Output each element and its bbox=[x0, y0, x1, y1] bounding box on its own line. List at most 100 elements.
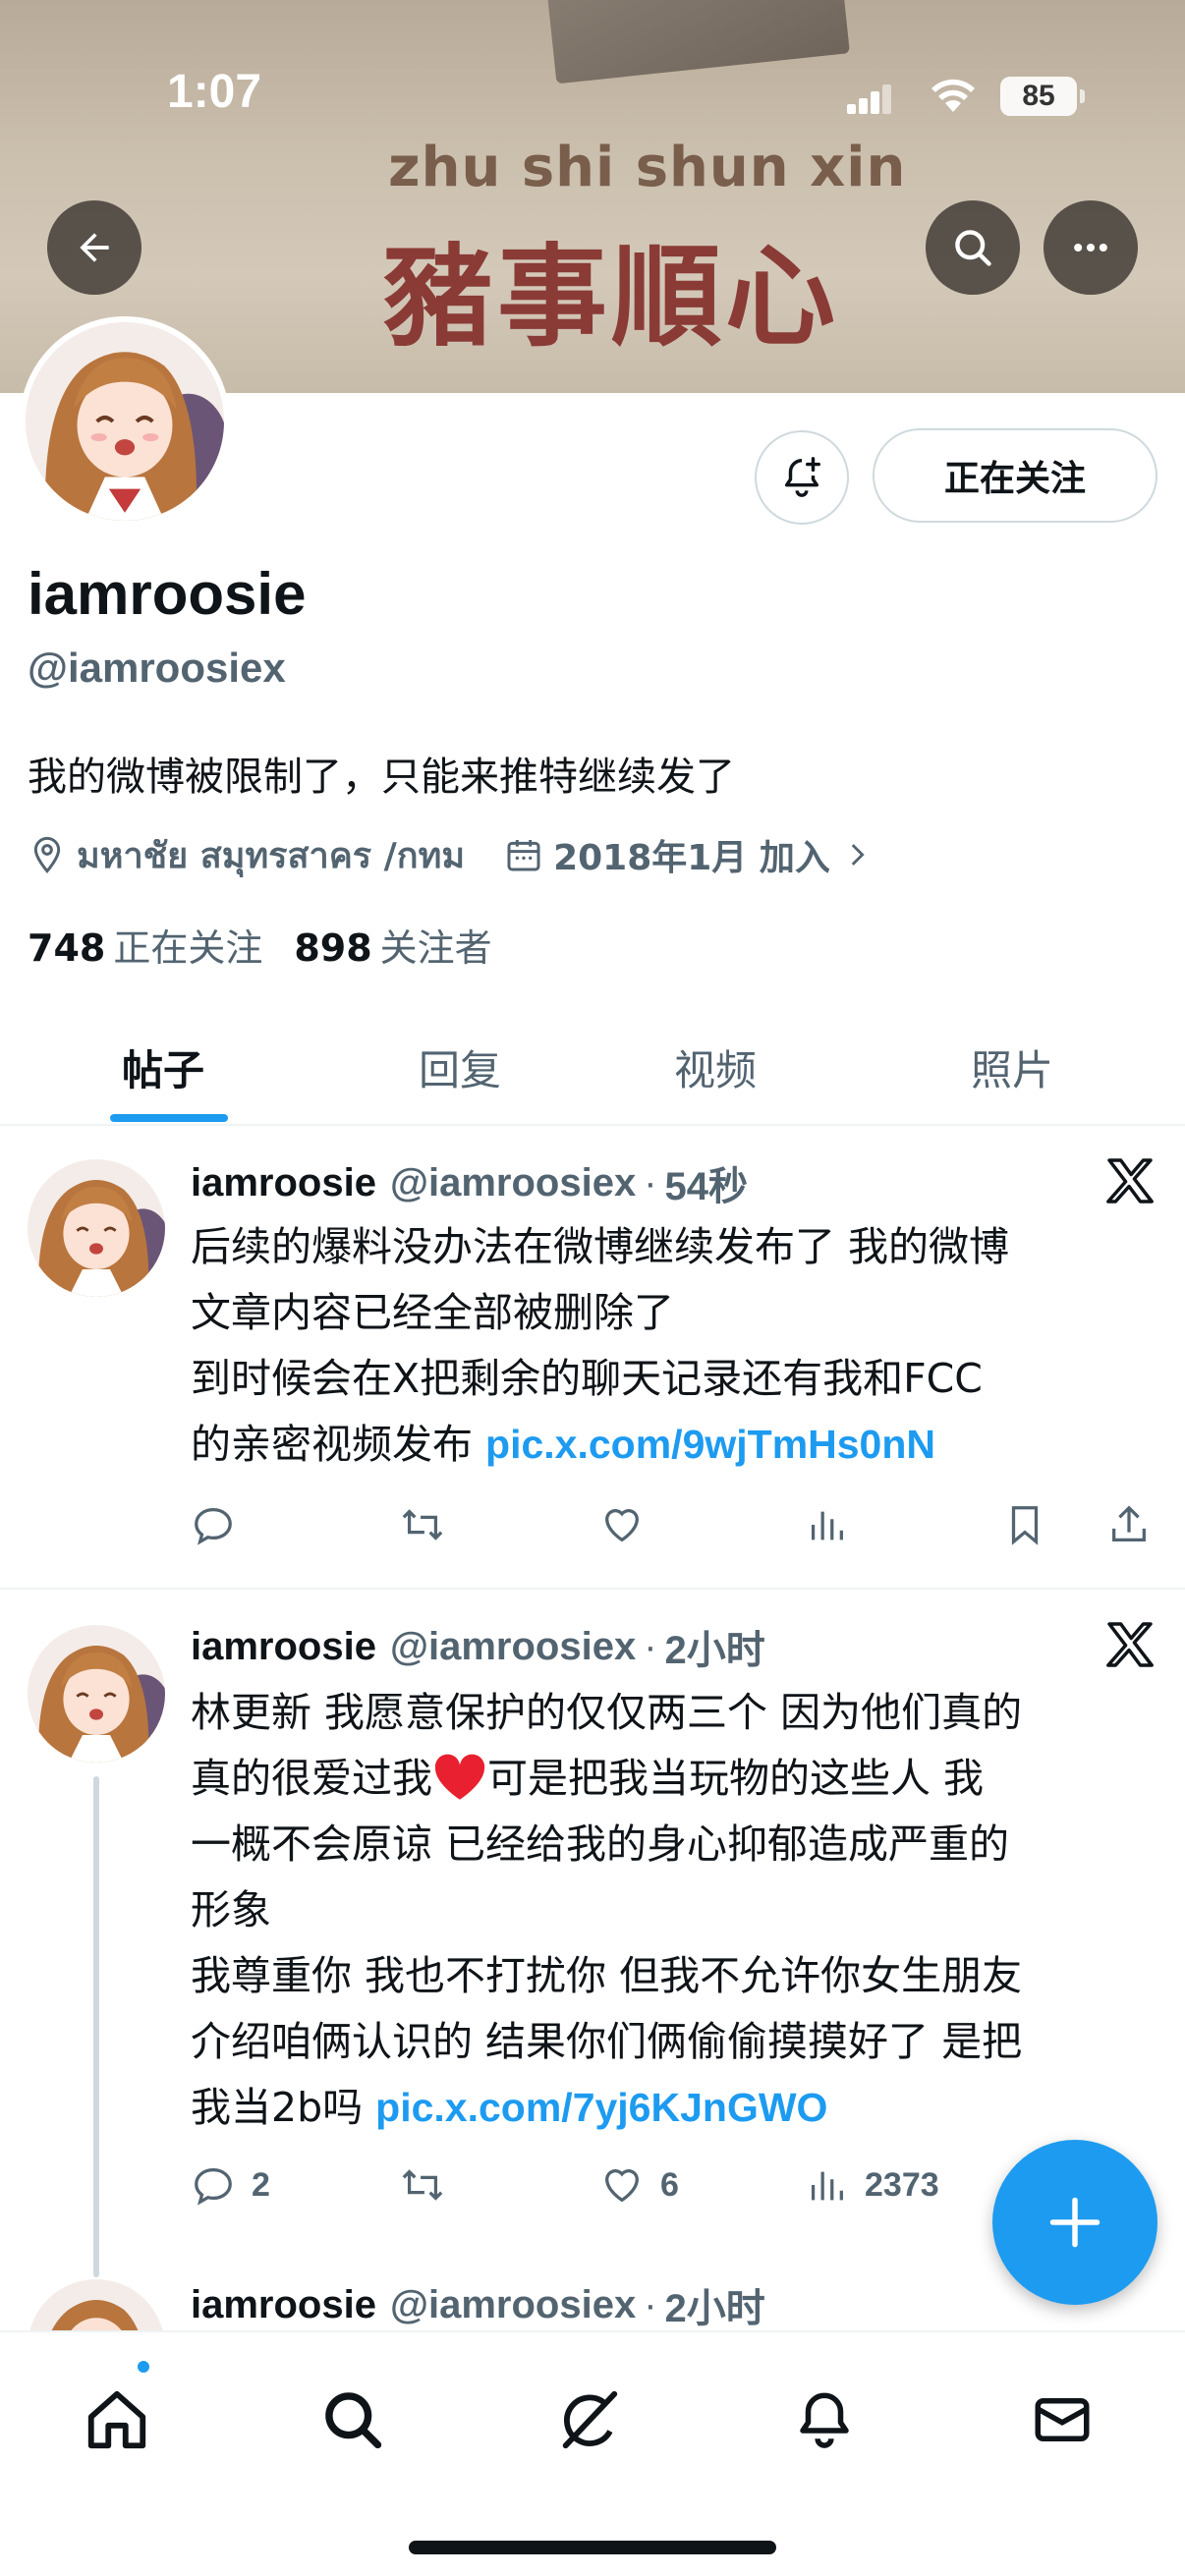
tweet-avatar[interactable] bbox=[28, 1625, 165, 1763]
reply-icon bbox=[195, 2168, 232, 2206]
search-icon bbox=[955, 230, 991, 266]
tweet-line: 一概不会原谅 已经给我的身心抑郁造成严重的 bbox=[191, 1820, 1010, 1868]
more-horizontal-icon bbox=[1074, 243, 1107, 252]
profile-avatar[interactable] bbox=[20, 316, 230, 527]
bookmark-button[interactable] bbox=[1002, 1495, 1047, 1554]
tab-videos[interactable]: 视频 bbox=[674, 1008, 757, 1126]
tweet-actions bbox=[191, 1495, 1163, 1554]
reply-button[interactable]: 2 bbox=[191, 2156, 270, 2214]
tweet-divider bbox=[0, 1588, 1185, 1590]
compose-post-button[interactable] bbox=[992, 2140, 1157, 2305]
chevron-right-icon bbox=[851, 844, 865, 866]
tweet-author-name[interactable]: iamroosie bbox=[191, 1625, 376, 1669]
tweet-line: 到时候会在X把剩余的聊天记录还有我和FCC bbox=[191, 1355, 983, 1402]
nav-search[interactable] bbox=[309, 2376, 397, 2464]
grok-slash-circle-icon bbox=[562, 2390, 618, 2449]
back-button[interactable] bbox=[47, 200, 141, 295]
views-button[interactable] bbox=[804, 1495, 849, 1554]
tweet-author-handle[interactable]: @iamroosiex bbox=[390, 1161, 636, 1205]
reply-button[interactable] bbox=[191, 1495, 236, 1554]
tweet-line: 后续的爆料没办法在微博继续发布了 我的微博 bbox=[191, 1223, 1010, 1270]
share-icon bbox=[1112, 1505, 1146, 1541]
following-count-link[interactable]: 748 正在关注 bbox=[28, 918, 262, 972]
active-tab-indicator bbox=[110, 1114, 228, 1122]
followers-count: 898 bbox=[294, 926, 372, 970]
tweet-line: 我尊重你 我也不打扰你 但我不允许你女生朋友 bbox=[191, 1952, 1023, 1999]
tweet-header: iamroosie @iamroosiex · 2小时 bbox=[191, 2277, 765, 2332]
tweet-header: iamroosie @iamroosiex · 2小时 bbox=[191, 1619, 765, 1674]
more-options-button[interactable] bbox=[1044, 200, 1138, 295]
repost-icon bbox=[402, 1509, 443, 1540]
tweet-time[interactable]: 2小时 bbox=[665, 2276, 765, 2333]
tweet-text: 林更新 我愿意保护的仅仅两三个 因为他们真的 真的很爱过我 可是把我当玩物的这些人… bbox=[191, 1680, 1163, 2141]
like-count: 6 bbox=[660, 2165, 679, 2204]
tweet-author-handle[interactable]: @iamroosiex bbox=[390, 1625, 636, 1669]
profile-joined[interactable]: 2018年1月 加入 bbox=[504, 829, 874, 880]
nav-home[interactable] bbox=[73, 2376, 161, 2464]
status-bar: 1:07 85 bbox=[0, 0, 1185, 196]
like-button[interactable]: 6 bbox=[599, 2156, 679, 2214]
tweet-line: 形象 bbox=[191, 1886, 271, 1933]
profile-meta: มหาชัย สมุทรสาคร /กทม 2018年1月 加入 bbox=[28, 825, 913, 884]
tab-photos[interactable]: 照片 bbox=[971, 1008, 1053, 1126]
unread-indicator-dot bbox=[135, 2358, 152, 2376]
following-button[interactable]: 正在关注 bbox=[873, 428, 1157, 523]
tweet-avatar[interactable] bbox=[28, 1159, 165, 1297]
profile-display-name: iamroosie bbox=[28, 561, 307, 627]
x-logo-icon bbox=[1106, 1158, 1154, 1204]
tweet-line: 我当2b吗 bbox=[191, 2084, 364, 2131]
like-button[interactable] bbox=[599, 1495, 645, 1554]
nav-messages[interactable] bbox=[1018, 2376, 1106, 2464]
repost-button[interactable] bbox=[397, 2156, 448, 2214]
followers-count-link[interactable]: 898 关注者 bbox=[294, 918, 491, 972]
tweet-author-name[interactable]: iamroosie bbox=[191, 1161, 376, 1205]
tweet-line: 真的很爱过我 bbox=[191, 1755, 432, 1802]
calendar-icon bbox=[507, 840, 540, 871]
tweet-line: 林更新 我愿意保护的仅仅两三个 因为他们真的 bbox=[191, 1689, 1023, 1736]
profile-handle: @iamroosiex bbox=[28, 644, 286, 691]
search-button[interactable] bbox=[926, 200, 1020, 295]
thread-connector-line bbox=[93, 1776, 99, 2277]
tweet-media-link[interactable]: pic.x.com/9wjTmHs0nN bbox=[485, 1422, 935, 1467]
repost-button[interactable] bbox=[397, 1495, 448, 1554]
tweet-text: 后续的爆料没办法在微博继续发布了 我的微博 文章内容已经全部被删除了 到时候会在… bbox=[191, 1214, 1163, 1478]
views-button[interactable]: 2373 bbox=[804, 2156, 939, 2214]
bottom-navigation bbox=[0, 2330, 1185, 2576]
tweet-author-handle[interactable]: @iamroosiex bbox=[390, 2283, 636, 2327]
reply-count: 2 bbox=[252, 2165, 270, 2204]
analytics-icon bbox=[811, 1511, 843, 1540]
tweet-line: 的亲密视频发布 bbox=[191, 1421, 473, 1468]
tweet-line: 介绍咱俩认识的 结果你们俩偷偷摸摸好了 是把 bbox=[191, 2018, 1023, 2065]
following-count: 748 bbox=[28, 926, 106, 970]
home-icon bbox=[87, 2390, 146, 2449]
tweet-line: 可是把我当玩物的这些人 我 bbox=[487, 1755, 985, 1802]
tweet-header: iamroosie @iamroosiex · 54秒 bbox=[191, 1155, 748, 1210]
cellular-signal-icon bbox=[847, 84, 892, 114]
arrow-left-icon bbox=[80, 233, 109, 262]
red-heart-emoji-icon bbox=[434, 1754, 485, 1800]
anime-avatar-image bbox=[26, 322, 224, 521]
heart-icon bbox=[605, 2169, 639, 2203]
nav-grok[interactable] bbox=[544, 2376, 633, 2464]
profile-location: มหาชัย สมุทรสาคร /กทม bbox=[28, 827, 465, 883]
bookmark-icon bbox=[1011, 1506, 1039, 1545]
tweet-line: 文章内容已经全部被删除了 bbox=[191, 1289, 674, 1336]
tab-replies[interactable]: 回复 bbox=[419, 1008, 501, 1126]
tweet-author-name[interactable]: iamroosie bbox=[191, 2283, 376, 2327]
nav-notifications[interactable] bbox=[780, 2376, 869, 2464]
analytics-icon bbox=[811, 2171, 843, 2201]
joined-text: 2018年1月 加入 bbox=[553, 838, 830, 878]
heart-icon bbox=[605, 1509, 639, 1542]
tweet-media-link[interactable]: pic.x.com/7yj6KJnGWO bbox=[375, 2085, 827, 2130]
location-text: มหาชัย สมุทรสาคร /กทม bbox=[77, 835, 466, 876]
location-pin-icon bbox=[33, 836, 61, 873]
following-label: 正在关注 bbox=[113, 926, 263, 970]
home-indicator-bar bbox=[409, 2541, 776, 2554]
tweet-time[interactable]: 2小时 bbox=[665, 1618, 765, 1675]
plus-icon bbox=[1049, 2197, 1100, 2248]
share-button[interactable] bbox=[1106, 1495, 1152, 1554]
views-count: 2373 bbox=[865, 2165, 939, 2204]
tab-posts[interactable]: 帖子 bbox=[122, 1008, 204, 1126]
notifications-subscribe-button[interactable] bbox=[755, 430, 849, 525]
tweet-time[interactable]: 54秒 bbox=[665, 1154, 749, 1211]
